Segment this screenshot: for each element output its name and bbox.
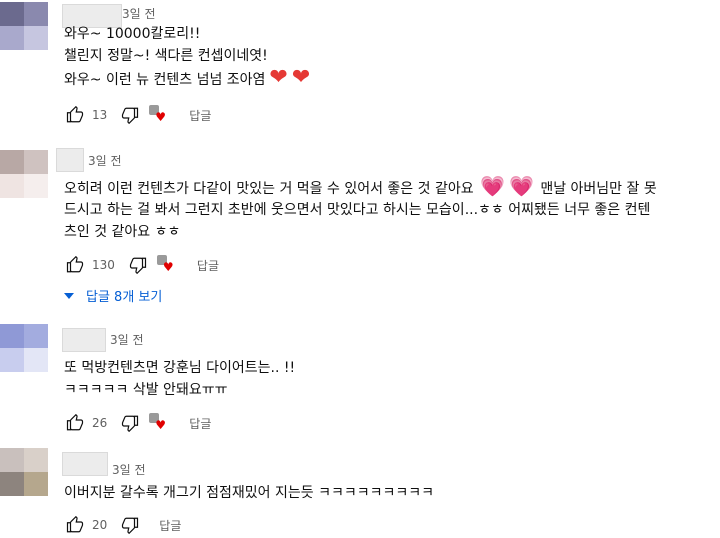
like-count: 13 <box>92 108 108 122</box>
red-heart-emoji: ❤ <box>291 65 311 90</box>
comment-time[interactable]: 3일 전 <box>88 152 122 169</box>
like-count: 20 <box>92 518 108 532</box>
reply-button[interactable]: 답글 <box>197 257 219 274</box>
like-count: 130 <box>92 258 115 272</box>
pink-heart-emoji: 💗 <box>480 174 505 198</box>
avatar-pixel <box>0 2 24 26</box>
view-replies-button[interactable]: 답글 8개 보기 <box>64 286 162 305</box>
thumbs-down-icon[interactable] <box>127 254 149 276</box>
creator-heart-icon: ♥ <box>155 254 179 276</box>
thumbs-up-icon[interactable] <box>64 254 86 276</box>
thumbs-up-icon[interactable] <box>64 104 86 126</box>
thumbs-down-icon[interactable] <box>119 514 141 536</box>
avatar-pixel <box>24 174 48 198</box>
heart-icon: ♥ <box>162 260 174 274</box>
comment-text: 맨날 아버님만 잘 못 <box>540 181 657 197</box>
comment-thread-3: 3일 전 또 먹방컨텐츠면 강훈님 다이어트는.. !! ㅋㅋㅋㅋㅋ 삭발 안돼… <box>0 322 720 440</box>
heart-icon: ♥ <box>155 110 167 124</box>
avatar-pixel <box>24 150 48 174</box>
reply-button[interactable]: 답글 <box>189 107 211 124</box>
comment-text: 오히려 이런 컨텐츠가 다같이 맛있는 거 먹을 수 있어서 좋은 것 같아요 <box>64 181 474 197</box>
creator-heart-icon: ♥ <box>147 104 171 126</box>
author-name-redacted[interactable] <box>56 148 84 172</box>
thumbs-up-icon[interactable] <box>64 412 86 434</box>
avatar-pixel <box>24 448 48 472</box>
thumbs-up-icon[interactable] <box>64 514 86 536</box>
author-name-redacted[interactable] <box>62 328 106 352</box>
avatar[interactable] <box>0 324 48 372</box>
avatar[interactable] <box>0 150 48 198</box>
comment-text-line: ㅋㅋㅋㅋㅋ 삭발 안돼요ㅠㅠ <box>64 382 228 398</box>
avatar-pixel <box>0 448 24 472</box>
avatar-pixel <box>0 174 24 198</box>
comment-actions: 13 ♥ 답글 <box>64 102 211 128</box>
comment-text-line: 와우~ 10000칼로리!! <box>64 26 201 42</box>
comment-text: 와우~ 이런 뉴 컨텐츠 넘넘 조아염 <box>64 72 266 88</box>
avatar-pixel <box>0 348 24 372</box>
triangle-down-icon <box>64 292 74 299</box>
thumbs-down-icon[interactable] <box>119 412 141 434</box>
comment-text-line: 챌린지 정말~! 색다른 컨셉이네엿! <box>64 48 268 64</box>
comment-text-line: 츠인 것 같아요 ㅎㅎ <box>64 224 181 240</box>
avatar-pixel <box>24 26 48 50</box>
pink-heart-emoji: 💗 <box>508 174 534 198</box>
comment-text-line: 이버지분 갈수록 개그기 점점재밌어 지는듯 ㅋㅋㅋㅋㅋㅋㅋㅋㅋ <box>64 485 435 501</box>
comment-text-line-with-emoji: 와우~ 이런 뉴 컨텐츠 넘넘 조아염 ❤ ❤ <box>64 66 310 92</box>
avatar[interactable] <box>0 2 48 50</box>
comment-actions: 26 ♥ 답글 <box>64 410 211 436</box>
comment-thread-2: 3일 전 오히려 이런 컨텐츠가 다같이 맛있는 거 먹을 수 있어서 좋은 것… <box>0 146 720 316</box>
comment-actions: 130 ♥ 답글 <box>64 252 219 278</box>
avatar-pixel <box>24 324 48 348</box>
author-name-redacted[interactable] <box>62 452 108 476</box>
creator-heart-icon: ♥ <box>147 412 171 434</box>
reply-button[interactable]: 답글 <box>189 415 211 432</box>
avatar-pixel <box>24 2 48 26</box>
comment-text-line-with-emoji: 오히려 이런 컨텐츠가 다같이 맛있는 거 먹을 수 있어서 좋은 것 같아요 … <box>64 174 657 201</box>
comment-time[interactable]: 3일 전 <box>112 461 146 478</box>
avatar[interactable] <box>0 448 48 496</box>
thumbs-down-icon[interactable] <box>119 104 141 126</box>
comment-thread-1: 3일 전 와우~ 10000칼로리!! 챌린지 정말~! 색다른 컨셉이네엿! … <box>0 0 720 128</box>
view-replies-label: 답글 8개 보기 <box>86 290 163 305</box>
avatar-pixel <box>0 26 24 50</box>
avatar-pixel <box>0 150 24 174</box>
comment-time[interactable]: 3일 전 <box>110 331 144 348</box>
comment-actions: 20 답글 <box>64 512 181 538</box>
reply-button[interactable]: 답글 <box>159 517 181 534</box>
avatar-pixel <box>0 324 24 348</box>
comment-text-line: 또 먹방컨텐츠면 강훈님 다이어트는.. !! <box>64 360 296 376</box>
heart-icon: ♥ <box>155 418 167 432</box>
avatar-pixel <box>0 472 24 496</box>
comment-time[interactable]: 3일 전 <box>122 5 156 22</box>
red-heart-emoji: ❤ <box>269 65 288 90</box>
avatar-pixel <box>24 472 48 496</box>
like-count: 26 <box>92 416 108 430</box>
comment-thread-4: 3일 전 이버지분 갈수록 개그기 점점재밌어 지는듯 ㅋㅋㅋㅋㅋㅋㅋㅋㅋ 20… <box>0 446 720 536</box>
comment-text-line: 드시고 하는 걸 봐서 그런지 초반에 웃으면서 맛있다고 하시는 모습이...… <box>64 202 651 218</box>
avatar-pixel <box>24 348 48 372</box>
